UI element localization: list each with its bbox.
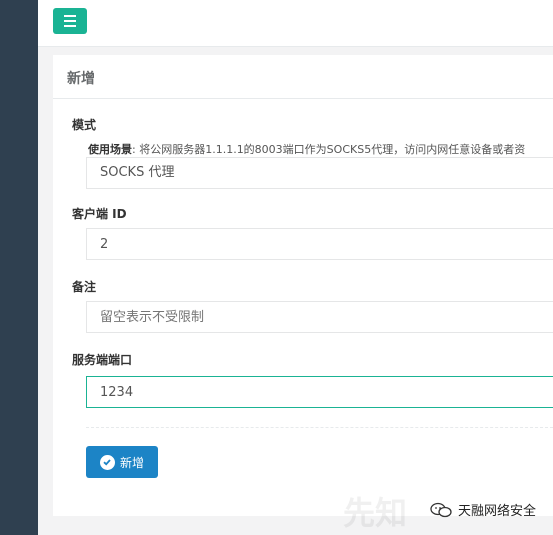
form-panel: 新增 模式 使用场景: 将公网服务器1.1.1.1的8003端口作为SOCKS5… <box>53 55 553 516</box>
server-port-label: 服务端端口 <box>72 353 133 367</box>
mode-select[interactable]: SOCKS 代理 <box>86 157 553 189</box>
remark-label: 备注 <box>72 280 97 294</box>
usage-description: : 将公网服务器1.1.1.1的8003端口作为SOCKS5代理，访问内网任意设… <box>132 143 526 156</box>
client-id-input[interactable] <box>86 228 553 260</box>
form-divider <box>86 427 553 428</box>
submit-label: 新增 <box>119 455 144 470</box>
add-submit-button[interactable]: 新增 <box>86 446 158 478</box>
remark-input[interactable] <box>86 301 553 333</box>
panel-title: 新增 <box>67 71 95 87</box>
panel-header: 新增 <box>53 55 553 99</box>
check-circle-icon <box>99 454 115 470</box>
top-navbar <box>38 0 553 47</box>
server-port-input[interactable] <box>86 376 553 408</box>
sidebar <box>0 0 38 535</box>
menu-toggle-button[interactable] <box>53 8 87 34</box>
wechat-icon <box>430 502 452 517</box>
usage-prefix: 使用场景 <box>88 143 132 156</box>
watermark-logo: 先知 <box>343 494 408 532</box>
watermark-text: 天融网络安全 <box>458 504 537 519</box>
wechat-watermark: 天融网络安全 <box>430 500 536 519</box>
hamburger-icon <box>64 15 76 27</box>
mode-label: 模式 <box>72 118 97 132</box>
usage-help-text: 使用场景: 将公网服务器1.1.1.1的8003端口作为SOCKS5代理，访问内… <box>88 141 525 157</box>
client-id-label: 客户端 ID <box>72 207 127 221</box>
